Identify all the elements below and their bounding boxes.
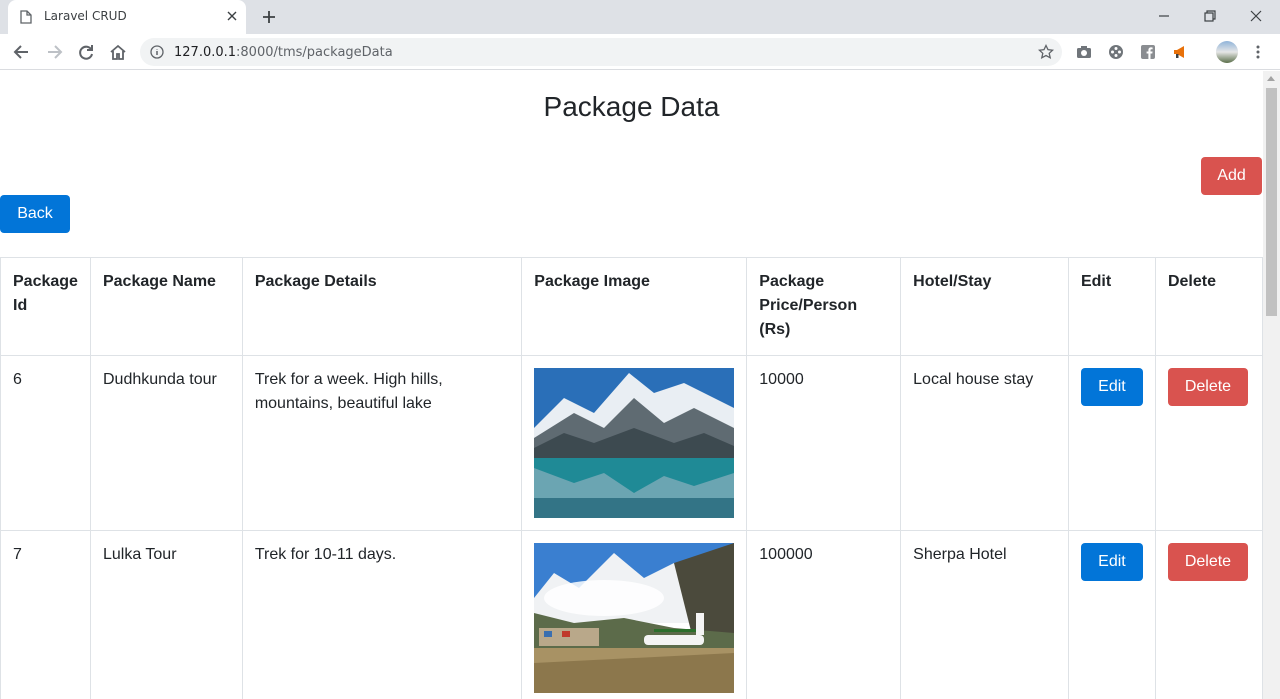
cell-delete: Delete xyxy=(1154,530,1263,699)
vertical-scrollbar[interactable] xyxy=(1263,71,1280,699)
address-bar[interactable]: 127.0.0.1:8000/tms/packageData xyxy=(140,38,1062,66)
table-row: 6 Dudhkunda tour Trek for a week. High h… xyxy=(0,355,1263,531)
delete-button[interactable]: Delete xyxy=(1167,543,1248,581)
cell-package-name: Dudhkunda tour xyxy=(89,355,243,531)
bookmark-star-icon[interactable] xyxy=(1038,44,1054,60)
mountain-airstrip-photo xyxy=(534,543,735,693)
facebook-icon[interactable] xyxy=(1140,44,1156,60)
cell-package-details: Trek for a week. High hills, mountains, … xyxy=(241,355,523,531)
mountain-lake-photo xyxy=(534,368,735,518)
header-edit: Edit xyxy=(1067,257,1156,356)
header-hotel-stay: Hotel/Stay xyxy=(900,257,1069,356)
add-button[interactable]: Add xyxy=(1201,157,1262,195)
cell-hotel-stay: Local house stay xyxy=(900,355,1069,531)
header-package-image: Package Image xyxy=(521,257,748,356)
new-tab-icon[interactable] xyxy=(260,8,278,26)
edit-button[interactable]: Edit xyxy=(1080,543,1143,581)
cell-package-image xyxy=(521,355,748,531)
close-window-icon[interactable] xyxy=(1246,6,1266,26)
package-table: Package Id Package Name Package Details … xyxy=(0,257,1263,699)
cell-package-price: 10000 xyxy=(746,355,902,531)
back-arrow-icon[interactable] xyxy=(12,42,32,62)
scroll-up-arrow-icon[interactable] xyxy=(1267,76,1275,81)
tab-title: Laravel CRUD xyxy=(44,9,127,23)
header-package-id: Package Id xyxy=(0,257,91,356)
minimize-icon[interactable] xyxy=(1154,6,1174,26)
cell-edit: Edit xyxy=(1067,530,1156,699)
cell-package-name: Lulka Tour xyxy=(89,530,243,699)
page-title: Package Data xyxy=(543,91,720,122)
cell-package-id: 7 xyxy=(0,530,91,699)
url-host: 127.0.0.1 xyxy=(174,45,237,60)
cell-delete: Delete xyxy=(1154,355,1263,531)
header-package-details: Package Details xyxy=(241,257,523,356)
scrollbar-thumb[interactable] xyxy=(1266,88,1277,316)
header-delete: Delete xyxy=(1154,257,1263,356)
browser-tabstrip: Laravel CRUD xyxy=(0,0,1280,34)
home-icon[interactable] xyxy=(108,42,128,62)
cell-edit: Edit xyxy=(1067,355,1156,531)
page-icon xyxy=(20,10,32,24)
url-text: 127.0.0.1:8000/tms/packageData xyxy=(174,45,393,60)
header-package-price: Package Price/Person (Rs) xyxy=(746,257,902,356)
forward-arrow-icon[interactable] xyxy=(44,42,64,62)
table-header-row: Package Id Package Name Package Details … xyxy=(0,257,1263,356)
cell-package-id: 6 xyxy=(0,355,91,531)
avatar[interactable] xyxy=(1216,41,1238,63)
back-button[interactable]: Back xyxy=(0,195,70,233)
url-path: :8000/tms/packageData xyxy=(236,45,393,60)
cell-package-details: Trek for 10-11 days. xyxy=(241,530,523,699)
cell-hotel-stay: Sherpa Hotel xyxy=(900,530,1069,699)
header-package-name: Package Name xyxy=(89,257,243,356)
table-row: 7 Lulka Tour Trek for 10-11 days. 100000… xyxy=(0,530,1263,699)
browser-tab[interactable]: Laravel CRUD xyxy=(8,0,246,34)
cell-package-price: 100000 xyxy=(746,530,902,699)
browser-toolbar: 127.0.0.1:8000/tms/packageData xyxy=(0,34,1280,70)
close-tab-icon[interactable] xyxy=(226,10,238,22)
menu-icon[interactable] xyxy=(1250,44,1266,60)
delete-button[interactable]: Delete xyxy=(1167,368,1248,406)
info-icon[interactable] xyxy=(150,45,164,59)
reload-icon[interactable] xyxy=(76,42,96,62)
camera-icon[interactable] xyxy=(1076,44,1092,60)
restore-icon[interactable] xyxy=(1200,6,1220,26)
page-viewport: Package Data Add Back Package Id Package… xyxy=(0,71,1263,699)
cell-package-image xyxy=(521,530,748,699)
edit-button[interactable]: Edit xyxy=(1080,368,1143,406)
megaphone-icon[interactable] xyxy=(1172,44,1188,60)
film-reel-icon[interactable] xyxy=(1108,44,1124,60)
